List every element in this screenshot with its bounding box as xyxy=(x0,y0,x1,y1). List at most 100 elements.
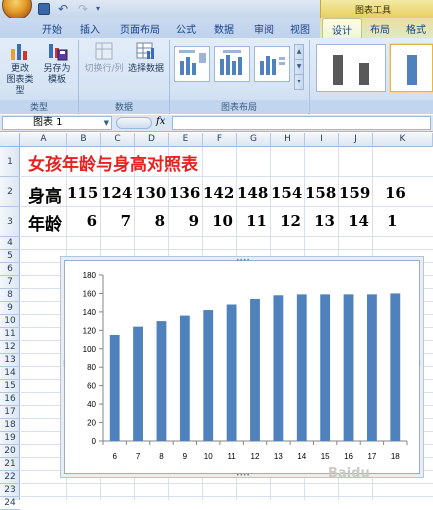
row-header-6[interactable]: 6 xyxy=(0,263,20,276)
height-label-cell[interactable]: 身高 xyxy=(28,182,62,207)
select-all-corner[interactable] xyxy=(0,133,20,147)
chart-resize-handle-right[interactable]: ⋮ xyxy=(417,360,423,367)
age-value-cell[interactable]: 8 xyxy=(135,212,165,230)
chart-bar[interactable] xyxy=(156,321,167,441)
chart-object[interactable]: 0 20 40 60 80 100 120 140 160 180 6 7 8 9 10 11 12 13 14 15… xyxy=(64,260,420,474)
row-header-10[interactable]: 10 xyxy=(0,315,20,328)
customize-qat-icon[interactable]: ▾ xyxy=(96,3,104,15)
chart-bar[interactable] xyxy=(226,304,237,441)
layout-gallery-scroll[interactable]: ▲ ▼ ▾ xyxy=(294,44,304,90)
column-header-k[interactable]: K xyxy=(373,133,433,147)
age-value-cell[interactable]: 13 xyxy=(305,212,335,230)
change-chart-type-button[interactable]: 更改 图表类型 xyxy=(4,40,36,97)
column-header-c[interactable]: C xyxy=(101,133,135,147)
height-value-cell[interactable]: 124 xyxy=(101,184,132,202)
redo-icon[interactable]: ↷ xyxy=(76,3,90,15)
row-header-15[interactable]: 15 xyxy=(0,380,20,393)
row-header-23[interactable]: 23 xyxy=(0,484,20,497)
age-value-cell[interactable]: 7 xyxy=(101,212,131,230)
gallery-more-icon[interactable]: ▾ xyxy=(295,75,303,90)
age-value-cell[interactable]: 14 xyxy=(339,212,369,230)
column-header-d[interactable]: D xyxy=(135,133,169,147)
tab-data[interactable]: 数据 xyxy=(214,21,234,36)
tab-home[interactable]: 开始 xyxy=(42,21,62,36)
switch-row-column-button[interactable]: 切换行/列 xyxy=(82,40,126,75)
row-header-13[interactable]: 13 xyxy=(0,354,20,367)
tab-review[interactable]: 审阅 xyxy=(254,21,274,36)
tab-layout[interactable]: 布局 xyxy=(370,21,390,36)
scroll-down-icon[interactable]: ▼ xyxy=(295,60,303,75)
sheet-title-cell[interactable]: 女孩年龄与身高对照表 xyxy=(28,150,198,175)
column-header-h[interactable]: H xyxy=(271,133,305,147)
chart-bar[interactable] xyxy=(343,294,354,441)
row-header-5[interactable]: 5 xyxy=(0,250,20,263)
row-header-19[interactable]: 19 xyxy=(0,432,20,445)
height-value-cell[interactable]: 158 xyxy=(305,184,336,202)
chart-bar[interactable] xyxy=(273,295,284,441)
insert-function-icon[interactable]: fx xyxy=(156,116,165,127)
chart-layout-2-thumbnail[interactable] xyxy=(214,46,250,82)
row-header-18[interactable]: 18 xyxy=(0,419,20,432)
chart-bar[interactable] xyxy=(320,294,331,441)
save-icon[interactable] xyxy=(38,3,50,15)
row-header-12[interactable]: 12 xyxy=(0,341,20,354)
tab-page-layout[interactable]: 页面布局 xyxy=(120,21,160,36)
chart-resize-handle-top[interactable]: • • • • xyxy=(236,257,250,264)
age-value-cell[interactable]: 9 xyxy=(169,212,199,230)
formula-cancel-enter-icon[interactable] xyxy=(116,117,152,129)
office-button[interactable] xyxy=(2,0,32,20)
chart-bar[interactable] xyxy=(133,326,143,441)
chart-bar[interactable] xyxy=(109,334,120,441)
row-header-8[interactable]: 8 xyxy=(0,289,20,302)
age-value-cell[interactable]: 1 xyxy=(387,212,427,230)
column-header-b[interactable]: B xyxy=(67,133,101,147)
row-header-14[interactable]: 14 xyxy=(0,367,20,380)
height-value-cell[interactable]: 154 xyxy=(271,184,302,202)
row-header-24[interactable]: 24 xyxy=(0,497,20,510)
chart-resize-handle-left[interactable]: ⋮ xyxy=(61,360,67,367)
chart-bar[interactable] xyxy=(367,294,377,441)
column-header-f[interactable]: F xyxy=(203,133,237,147)
chart-bar[interactable] xyxy=(203,310,214,441)
height-value-cell[interactable]: 130 xyxy=(135,184,166,202)
column-header-e[interactable]: E xyxy=(169,133,203,147)
column-header-j[interactable]: J xyxy=(339,133,373,147)
row-header-9[interactable]: 9 xyxy=(0,302,20,315)
height-value-cell[interactable]: 16 xyxy=(385,184,425,202)
height-value-cell[interactable]: 115 xyxy=(67,184,98,202)
age-value-cell[interactable]: 10 xyxy=(203,212,233,230)
scroll-up-icon[interactable]: ▲ xyxy=(295,45,303,60)
row-header-2[interactable]: 2 xyxy=(0,177,20,207)
row-header-21[interactable]: 21 xyxy=(0,458,20,471)
height-value-cell[interactable]: 159 xyxy=(339,184,370,202)
undo-icon[interactable]: ↶ xyxy=(56,3,70,15)
height-value-cell[interactable]: 142 xyxy=(203,184,234,202)
chart-bar[interactable] xyxy=(250,298,260,441)
chart-layout-3-thumbnail[interactable] xyxy=(254,46,290,82)
column-header-a[interactable]: A xyxy=(21,133,67,147)
tab-format[interactable]: 格式 xyxy=(406,21,426,36)
row-header-1[interactable]: 1 xyxy=(0,147,20,177)
chart-bar[interactable] xyxy=(179,315,190,441)
chart-resize-handle-bottom[interactable]: • • • • xyxy=(236,472,250,479)
chart-bar[interactable] xyxy=(390,293,401,441)
height-value-cell[interactable]: 148 xyxy=(237,184,268,202)
age-value-cell[interactable]: 12 xyxy=(271,212,301,230)
row-header-11[interactable]: 11 xyxy=(0,328,20,341)
row-header-16[interactable]: 16 xyxy=(0,393,20,406)
column-header-i[interactable]: I xyxy=(305,133,339,147)
tab-insert[interactable]: 插入 xyxy=(80,21,100,36)
row-header-7[interactable]: 7 xyxy=(0,276,20,289)
save-as-template-button[interactable]: 另存为 模板 xyxy=(40,40,74,86)
select-data-button[interactable]: 选择数据 xyxy=(126,40,166,75)
height-value-cell[interactable]: 136 xyxy=(169,184,200,202)
chart-layout-1-thumbnail[interactable] xyxy=(174,46,210,82)
chart-style-2-thumbnail[interactable] xyxy=(390,44,433,92)
tab-formulas[interactable]: 公式 xyxy=(176,21,196,36)
age-label-cell[interactable]: 年龄 xyxy=(28,210,62,235)
chart-style-1-thumbnail[interactable] xyxy=(316,44,386,92)
row-header-3[interactable]: 3 xyxy=(0,207,20,237)
formula-input[interactable] xyxy=(172,116,431,130)
age-value-cell[interactable]: 11 xyxy=(237,212,267,230)
row-header-4[interactable]: 4 xyxy=(0,237,20,250)
